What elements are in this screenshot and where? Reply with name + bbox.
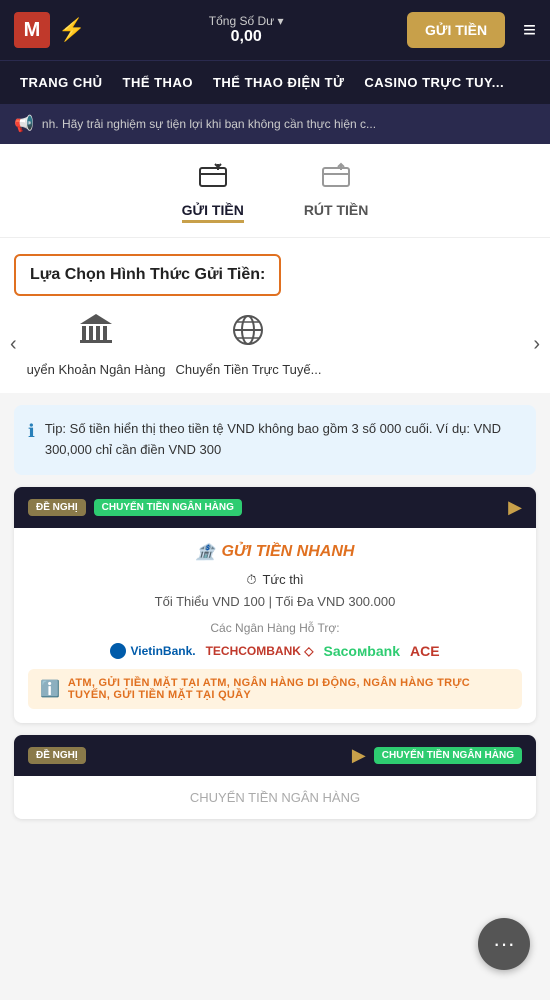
banner-text: nh. Hãy trải nghiệm sự tiện lợi khi bạn … bbox=[42, 117, 376, 131]
balance-amount: 0,00 bbox=[209, 28, 284, 46]
main-nav: TRANG CHỦ THỂ THAO THỂ THAO ĐIỆN TỬ CASI… bbox=[0, 60, 550, 104]
hamburger-icon[interactable]: ≡ bbox=[523, 17, 536, 43]
rut-tien-icon bbox=[321, 162, 351, 196]
card-2-body: CHUYỂN TIỀN NGÂN HÀNG bbox=[14, 776, 536, 819]
badge-transfer-2: CHUYỂN TIỀN NGÂN HÀNG bbox=[374, 747, 522, 764]
tab-rut-tien[interactable]: RÚT TIỀN bbox=[304, 162, 369, 223]
payment-card-1-body: 🏦 GỬI TIỀN NHANH ⏱ Tức thì Tối Thiểu VND… bbox=[14, 528, 536, 723]
atm-info-icon: ℹ️ bbox=[40, 679, 60, 699]
banks-row: VietinBank. TECHCOMBANK ◇ Sacoмbank ACE bbox=[28, 643, 522, 659]
tip-box: ℹ Tip: Số tiền hiển thị theo tiền tệ VND… bbox=[14, 405, 536, 475]
limit-separator: | bbox=[269, 594, 272, 609]
carousel-items: uyển Khoản Ngân Hàng Chuyển Tiền Trực Tu… bbox=[27, 312, 524, 377]
carousel-item-bank-transfer[interactable]: uyển Khoản Ngân Hàng bbox=[27, 312, 166, 377]
card-speed-row: ⏱ Tức thì bbox=[28, 572, 522, 588]
atm-info: ℹ️ ATM, GỬI TIỀN MẶT TẠI ATM, NGÂN HÀNG … bbox=[28, 669, 522, 709]
bank-ace: ACE bbox=[410, 643, 440, 659]
nav-casino[interactable]: CASINO TRỰC TUY... bbox=[354, 61, 514, 104]
card-corner-icon: ▶ bbox=[508, 497, 522, 518]
nav-esports[interactable]: THỂ THAO ĐIỆN TỬ bbox=[203, 61, 354, 104]
section-label-wrap: Lựa Chọn Hình Thức Gửi Tiền: bbox=[0, 238, 550, 304]
payment-card-2-header: ĐỀ NGHỊ ▶ CHUYỂN TIỀN NGÂN HÀNG bbox=[14, 735, 536, 776]
carousel-left-arrow[interactable]: ‹ bbox=[0, 333, 27, 356]
card-2-content-placeholder: CHUYỂN TIỀN NGÂN HÀNG bbox=[190, 790, 360, 805]
section-label: Lựa Chọn Hình Thức Gửi Tiền: bbox=[14, 254, 281, 296]
bank-transfer-label: uyển Khoản Ngân Hàng bbox=[27, 362, 166, 377]
nav-home[interactable]: TRANG CHỦ bbox=[10, 61, 113, 104]
payment-card-1-header: ĐỀ NGHỊ CHUYỂN TIỀN NGÂN HÀNG ▶ bbox=[14, 487, 536, 528]
deposit-button[interactable]: GỬI TIỀN bbox=[407, 12, 505, 48]
bank-sacombank: Sacoмbank bbox=[323, 643, 400, 659]
deposit-withdraw-tabs: GỬI TIỀN RÚT TIỀN bbox=[0, 144, 550, 238]
card-title-text: GỬI TIỀN NHANH bbox=[221, 543, 354, 561]
header-center: Tổng Số Dư ▾ 0,00 bbox=[209, 14, 284, 46]
logo-m: M bbox=[14, 12, 50, 48]
nav-sports[interactable]: THỂ THAO bbox=[113, 61, 203, 104]
logo-flash: ⚡ bbox=[58, 17, 85, 43]
promo-banner: 📢 nh. Hãy trải nghiệm sự tiện lợi khi bạ… bbox=[0, 104, 550, 144]
speed-icon: ⏱ bbox=[246, 572, 256, 588]
tip-text: Tip: Số tiền hiển thị theo tiền tệ VND k… bbox=[45, 419, 522, 461]
bank-vietinbank: VietinBank. bbox=[110, 643, 195, 659]
badge-transfer: CHUYỂN TIỀN NGÂN HÀNG bbox=[94, 499, 242, 516]
card-title-bank-icon: 🏦 bbox=[196, 542, 216, 562]
megaphone-icon: 📢 bbox=[14, 114, 34, 134]
card-title: 🏦 GỬI TIỀN NHANH bbox=[28, 542, 522, 562]
chat-icon: ··· bbox=[493, 931, 515, 957]
balance-label: Tổng Số Dư ▾ bbox=[209, 14, 284, 28]
rut-tien-label: RÚT TIỀN bbox=[304, 202, 369, 218]
atm-info-text: ATM, GỬI TIỀN MẶT TẠI ATM, NGÂN HÀNG DI … bbox=[68, 677, 510, 701]
header-left: M ⚡ bbox=[14, 12, 85, 48]
vietinbank-text: VietinBank. bbox=[130, 644, 195, 658]
gui-tien-icon bbox=[198, 162, 228, 196]
carousel-right-arrow[interactable]: › bbox=[523, 333, 550, 356]
speed-label: Tức thì bbox=[262, 572, 303, 587]
online-transfer-label: Chuyển Tiền Trực Tuyế... bbox=[175, 362, 321, 377]
payment-card-2: ĐỀ NGHỊ ▶ CHUYỂN TIỀN NGÂN HÀNG CHUYỂN T… bbox=[14, 735, 536, 819]
tab-gui-tien[interactable]: GỬI TIỀN bbox=[182, 162, 244, 223]
bank-techcombank: TECHCOMBANK ◇ bbox=[206, 644, 314, 658]
min-amount: Tối Thiểu VND 100 bbox=[155, 594, 265, 609]
vietinbank-circle bbox=[110, 643, 126, 659]
badge-recommended-2: ĐỀ NGHỊ bbox=[28, 747, 86, 764]
banks-label: Các Ngân Hàng Hỗ Trợ: bbox=[28, 621, 522, 635]
globe-icon bbox=[230, 312, 266, 356]
card-2-corner: ▶ bbox=[352, 745, 366, 766]
badge-recommended: ĐỀ NGHỊ bbox=[28, 499, 86, 516]
payment-card-fast-deposit: ĐỀ NGHỊ CHUYỂN TIỀN NGÂN HÀNG ▶ 🏦 GỬI TI… bbox=[14, 487, 536, 723]
carousel-item-online-transfer[interactable]: Chuyển Tiền Trực Tuyế... bbox=[175, 312, 321, 377]
gui-tien-label: GỬI TIỀN bbox=[182, 202, 244, 218]
header: M ⚡ Tổng Số Dư ▾ 0,00 GỬI TIỀN ≡ bbox=[0, 0, 550, 60]
max-amount: Tối Đa VND 300.000 bbox=[275, 594, 395, 609]
card-limits: Tối Thiểu VND 100 | Tối Đa VND 300.000 bbox=[28, 594, 522, 609]
info-icon: ℹ bbox=[28, 421, 35, 442]
chat-bubble[interactable]: ··· bbox=[478, 918, 530, 970]
payment-method-carousel: ‹ uyển Khoản Ngân Hàng bbox=[0, 304, 550, 393]
bank-icon bbox=[78, 312, 114, 356]
